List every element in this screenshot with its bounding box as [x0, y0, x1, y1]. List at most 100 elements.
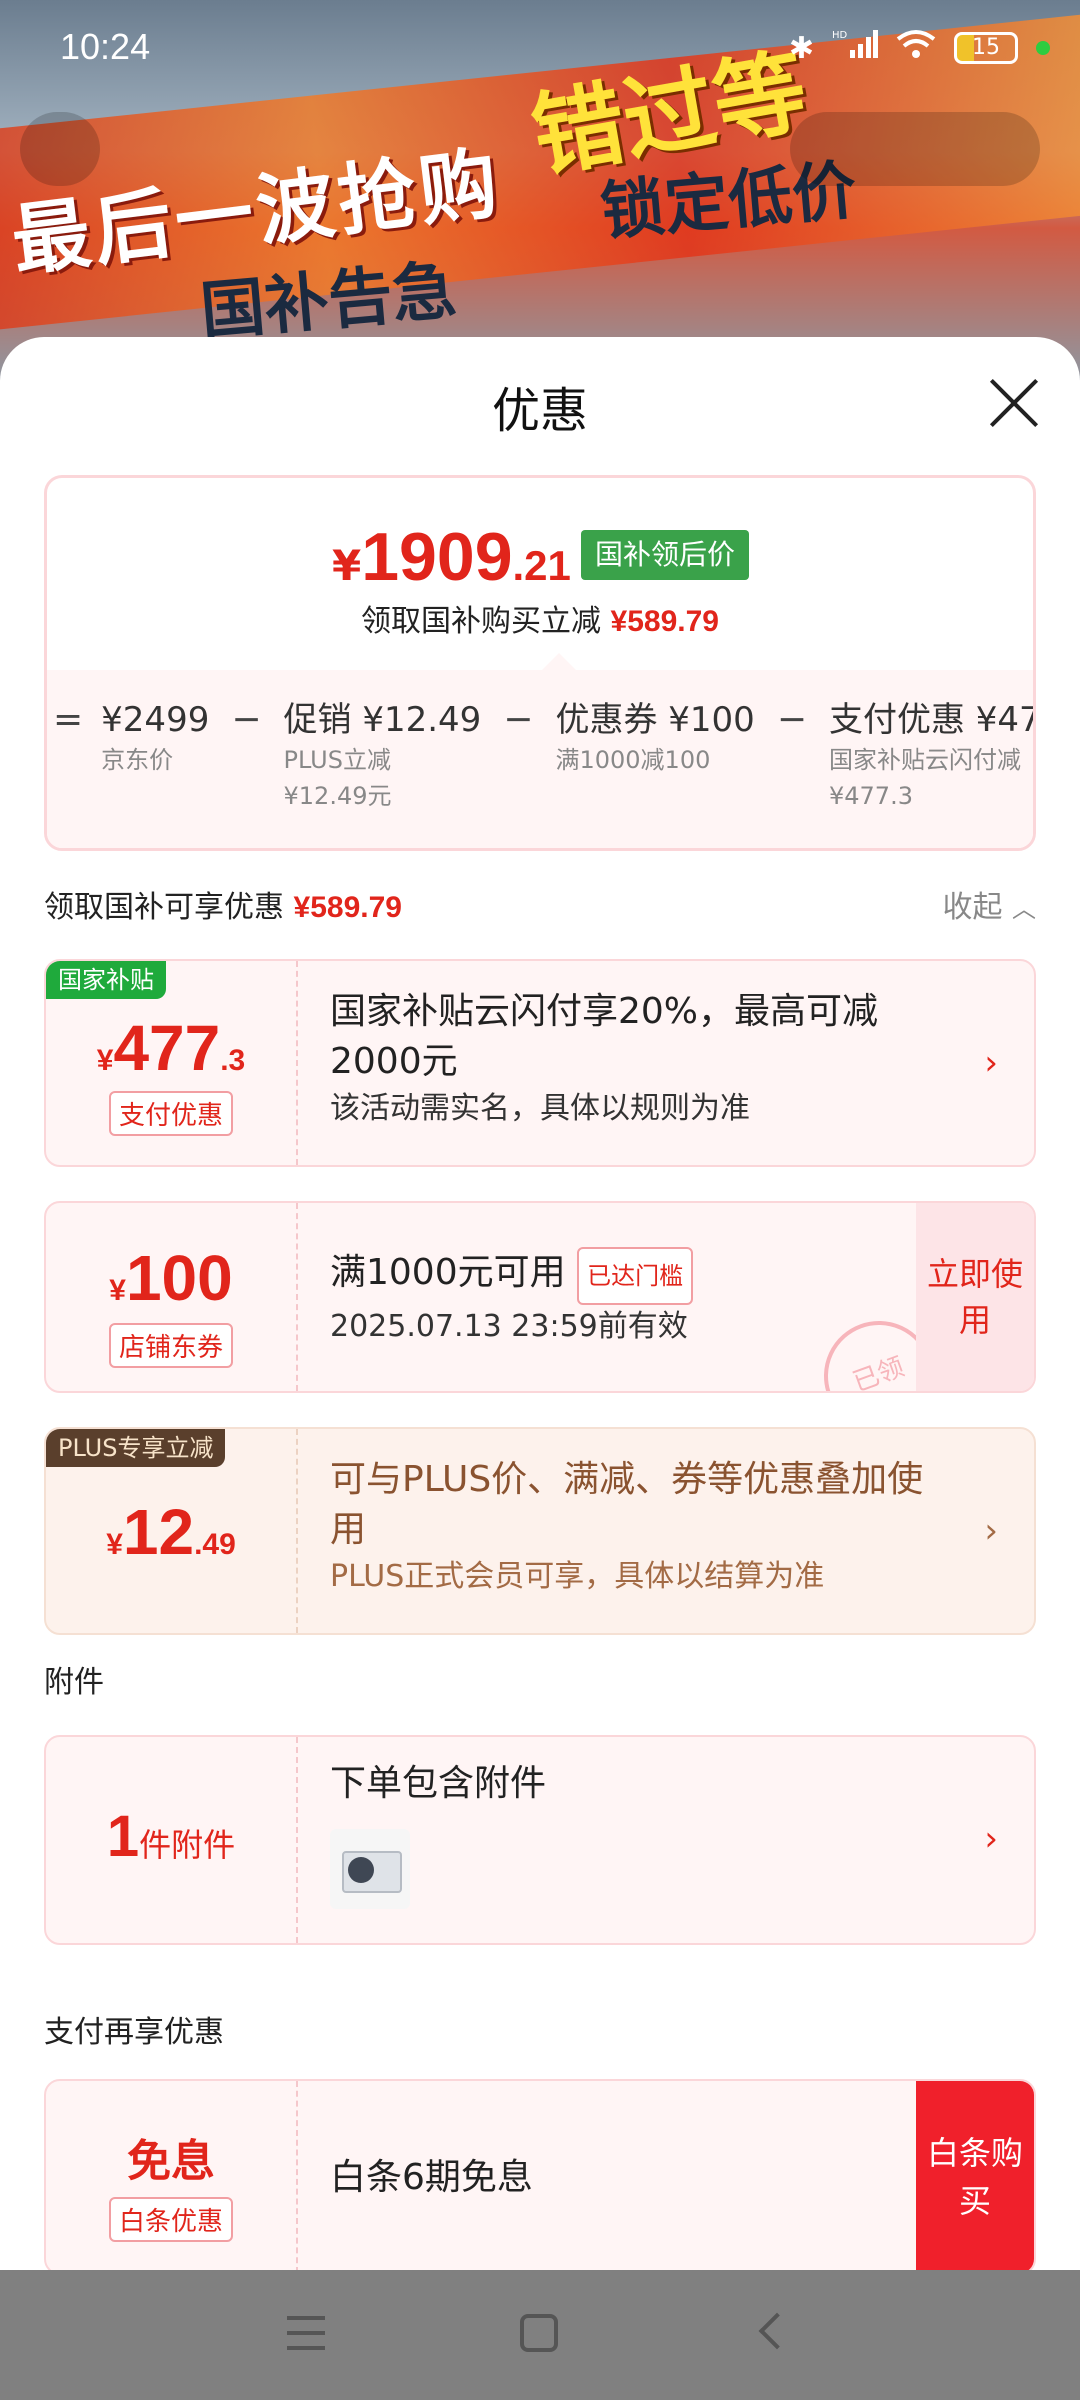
summary-top: ¥1909.21 国补领后价 领取国补购买立减 ¥589.79: [47, 478, 1033, 670]
pay-sub-2: ¥477.3: [828, 782, 913, 810]
offer-title: 满1000元可用: [330, 1252, 566, 1293]
accessory-count-number: 1: [106, 1804, 140, 1869]
minus-sign: −: [231, 699, 262, 740]
offers-total-amount: ¥589.79: [293, 891, 402, 924]
accessory-count-unit: 件附件: [139, 1827, 236, 1863]
status-bar: 10:24 ✱ HD 15: [0, 0, 1080, 100]
promo-sub-2: ¥12.49元: [283, 782, 392, 810]
offer-details: 国家补贴云闪付享20%，最高可减2000元 该活动需实名，具体以规则为准: [330, 961, 1034, 1165]
promo-item: 促销 ¥12.49 PLUS立减 ¥12.49元: [284, 698, 482, 814]
pay-item: 支付优惠 ¥477 国家补贴云闪付减 ¥477.3: [828, 698, 1033, 814]
save-text: 领取国补购买立减: [361, 604, 601, 639]
currency-symbol: ¥: [106, 1528, 123, 1561]
currency-symbol: ¥: [109, 1274, 126, 1307]
offer-card-store-coupon: ¥100 店铺东券 满1000元可用 已达门槛 2025.07.13 23:59…: [44, 1201, 1036, 1393]
offer-left: ¥100 店铺东券: [46, 1203, 298, 1391]
save-line: 领取国补购买立减 ¥589.79: [47, 596, 1033, 640]
offer-title: 国家补贴云闪付享20%，最高可减2000元: [330, 991, 879, 1082]
back-button-bg: [20, 112, 100, 186]
jd-price-item: ¥2499 京东价: [101, 698, 209, 814]
offers-title-text: 领取国补可享优惠: [44, 890, 284, 925]
baitiao-pill: 白条优惠: [108, 2197, 233, 2242]
subsidy-price-tag: 国补领后价: [581, 530, 750, 580]
jd-price-label: 京东价: [101, 746, 174, 774]
top-actions-bg: [790, 112, 1040, 186]
collapse-label: 收起: [942, 890, 1003, 925]
back-icon[interactable]: [758, 2312, 796, 2350]
price-breakdown: = ¥2499 京东价 − 促销 ¥12.49 PLUS立减 ¥12.49元 −…: [47, 653, 1033, 848]
accessory-left: 1件附件: [46, 1737, 298, 1943]
accessory-count: 1件附件: [46, 1803, 296, 1870]
chevron-right-icon: ›: [984, 1819, 998, 1859]
close-icon[interactable]: [988, 377, 1040, 429]
jd-price: ¥2499: [101, 700, 210, 740]
baitiao-card: 免息 白条优惠 白条6期免息 白条购买: [44, 2079, 1036, 2270]
coupon-item: 优惠券 ¥100 满1000减100: [555, 698, 754, 814]
chevron-right-icon: ›: [984, 1043, 998, 1083]
offer-card-plus[interactable]: PLUS专享立减 ¥12.49 可与PLUS价、满减、券等优惠叠加使用 PLUS…: [44, 1427, 1036, 1635]
accessory-section-title: 附件: [44, 1665, 104, 1700]
amount-integer: 100: [125, 1242, 233, 1314]
promo-amount: 促销 ¥12.49: [283, 700, 482, 740]
offer-card-national-subsidy[interactable]: 国家补贴 ¥477.3 支付优惠 国家补贴云闪付享20%，最高可减2000元 该…: [44, 959, 1036, 1167]
offers-section-title: 领取国补可享优惠 ¥589.79: [44, 882, 402, 926]
chevron-up-icon: ︿: [1012, 895, 1036, 923]
coupon-sub: 满1000减100: [555, 746, 711, 774]
price-integer: 1909: [361, 519, 513, 595]
chevron-right-icon: ›: [984, 1511, 998, 1551]
battery-icon: 15: [954, 32, 1018, 64]
offer-amount: ¥477.3: [46, 1011, 296, 1085]
pay-amount: 支付优惠 ¥477: [828, 700, 1033, 740]
minus-sign: −: [503, 699, 534, 740]
offer-desc: PLUS正式会员可享，具体以结算为准: [330, 1559, 825, 1594]
save-amount: ¥589.79: [610, 605, 719, 638]
baitiao-buy-button[interactable]: 白条购买: [916, 2081, 1034, 2270]
amount-decimal: .49: [194, 1528, 236, 1561]
amount-decimal: .3: [220, 1044, 246, 1077]
currency-symbol: ¥: [96, 1044, 114, 1077]
offer-amount: ¥12.49: [46, 1495, 296, 1569]
use-now-button[interactable]: 立即使用: [916, 1203, 1034, 1391]
offer-left: 国家补贴 ¥477.3 支付优惠: [46, 961, 298, 1165]
amount-integer: 477: [113, 1012, 221, 1084]
currency-symbol: ¥: [332, 541, 362, 590]
price-decimal: .21: [512, 542, 571, 589]
pay-more-section-title: 支付再享优惠: [44, 2015, 224, 2050]
accessory-details: 下单包含附件: [330, 1737, 1034, 1943]
baitiao-left: 免息 白条优惠: [46, 2081, 298, 2270]
status-time: 10:24: [60, 26, 151, 67]
amount-integer: 12: [122, 1496, 195, 1568]
privacy-dot-icon: [1036, 41, 1050, 55]
menu-icon[interactable]: [287, 2316, 325, 2350]
interest-free-label: 免息: [127, 2136, 215, 2187]
final-price: ¥1909.21: [332, 518, 571, 596]
threshold-reached-badge: 已达门槛: [577, 1247, 694, 1305]
discount-sheet: 优惠 ¥1909.21 国补领后价 领取国补购买立减 ¥589.79 = ¥24…: [0, 337, 1080, 2270]
pay-sub: 国家补贴云闪付减: [828, 746, 1021, 774]
offer-desc: 该活动需实名，具体以规则为准: [330, 1091, 750, 1126]
price-calculation: = ¥2499 京东价 − 促销 ¥12.49 PLUS立减 ¥12.49元 −…: [47, 698, 1033, 814]
offer-type-pill: 支付优惠: [108, 1091, 233, 1136]
offer-type-pill: 店铺东券: [108, 1323, 233, 1368]
status-icons: ✱ HD 15: [789, 28, 1050, 68]
navigation-bar: [0, 2270, 1080, 2400]
offer-details: 可与PLUS价、满减、券等优惠叠加使用 PLUS正式会员可享，具体以结算为准: [330, 1429, 1034, 1633]
national-subsidy-tag: 国家补贴: [46, 961, 166, 999]
plus-tag: PLUS专享立减: [46, 1429, 226, 1467]
accessory-thumbnail: [330, 1829, 410, 1909]
accessory-title: 下单包含附件: [330, 1763, 547, 1804]
wifi-icon: [896, 29, 936, 67]
offer-title: 可与PLUS价、满减、券等优惠叠加使用: [330, 1459, 924, 1550]
offer-amount: ¥100: [46, 1241, 296, 1315]
home-icon[interactable]: [520, 2314, 558, 2352]
accessory-card[interactable]: 1件附件 下单包含附件 ›: [44, 1735, 1036, 1945]
bluetooth-icon: ✱: [788, 30, 814, 66]
sheet-title: 优惠: [491, 383, 588, 439]
svg-text:HD: HD: [832, 30, 848, 41]
collapse-button[interactable]: 收起 ︿: [942, 882, 1036, 926]
price-summary-card: ¥1909.21 国补领后价 领取国补购买立减 ¥589.79 = ¥2499 …: [44, 475, 1036, 851]
signal-icon: HD: [832, 28, 878, 68]
minus-sign: −: [776, 699, 807, 740]
coupon-amount: 优惠券 ¥100: [555, 700, 755, 740]
promo-sub: PLUS立减: [283, 746, 391, 774]
